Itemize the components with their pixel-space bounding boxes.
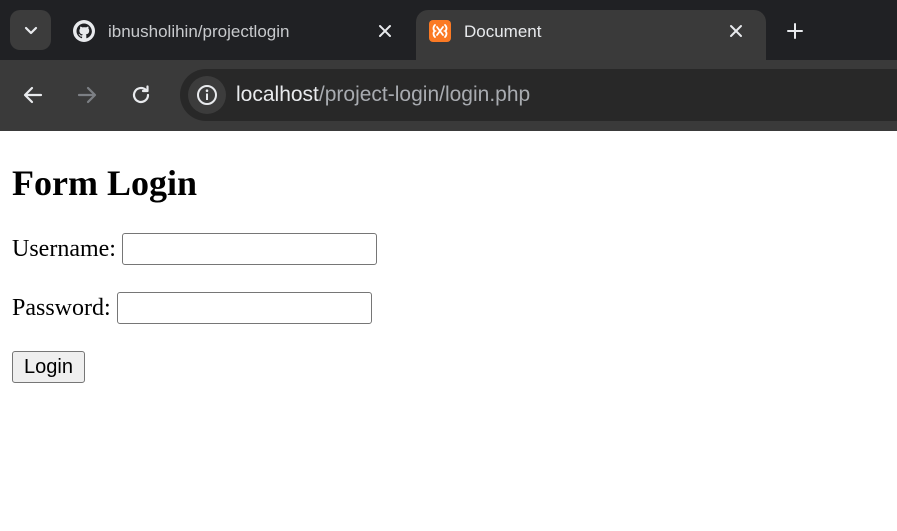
username-input[interactable] xyxy=(121,233,377,265)
password-input[interactable] xyxy=(116,292,372,324)
page-title: Form Login xyxy=(12,163,197,203)
url-host: localhost xyxy=(236,83,319,106)
forward-button[interactable] xyxy=(72,80,102,110)
reload-button[interactable] xyxy=(126,80,156,110)
back-button[interactable] xyxy=(18,80,48,110)
page-content: Form Login Username: Password: Login xyxy=(0,131,897,531)
url-path: /project-login/login.php xyxy=(318,83,531,106)
username-label: Username: xyxy=(12,236,116,262)
tab-github[interactable]: ibnusholihin/projectlogin xyxy=(60,10,415,60)
username-row: Username: xyxy=(12,233,377,265)
tab-search-button[interactable] xyxy=(10,10,51,50)
tab-title: Document xyxy=(464,22,542,41)
url-text[interactable]: localhost/project-login/login.php xyxy=(236,83,530,107)
arrow-right-icon xyxy=(77,86,97,104)
address-bar[interactable]: localhost/project-login/login.php xyxy=(180,69,897,121)
new-tab-button[interactable] xyxy=(780,16,810,46)
close-tab-icon[interactable] xyxy=(375,21,395,41)
plus-icon xyxy=(787,23,803,39)
xampp-icon xyxy=(428,19,452,43)
tab-document[interactable]: Document xyxy=(416,10,766,60)
chevron-down-icon xyxy=(24,26,37,35)
login-button[interactable]: Login xyxy=(12,351,85,383)
close-tab-icon[interactable] xyxy=(726,21,746,41)
reload-icon xyxy=(132,85,150,104)
tab-title: ibnusholihin/projectlogin xyxy=(108,22,290,41)
password-label: Password: xyxy=(12,295,111,321)
arrow-left-icon xyxy=(23,86,43,104)
password-row: Password: xyxy=(12,292,372,324)
browser-toolbar: localhost/project-login/login.php xyxy=(0,60,897,131)
github-icon xyxy=(72,19,96,43)
info-icon xyxy=(197,85,217,105)
tab-strip: ibnusholihin/projectlogin Document xyxy=(0,0,897,60)
site-info-button[interactable] xyxy=(188,76,226,114)
